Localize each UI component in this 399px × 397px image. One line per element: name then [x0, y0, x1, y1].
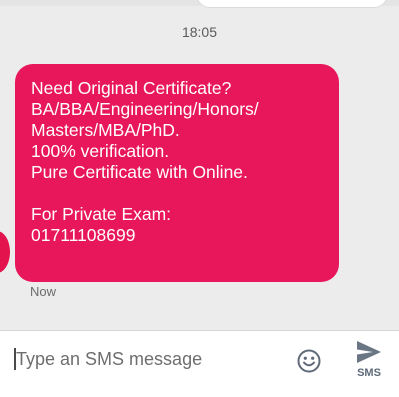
send-type-label: SMS — [357, 367, 381, 379]
emoji-button[interactable] — [295, 347, 323, 375]
message-line: Pure Certificate with Online. — [31, 162, 248, 182]
message-line: 100% verification. — [31, 141, 170, 161]
compose-bar: SMS — [0, 330, 399, 397]
send-arrow-icon — [357, 341, 381, 363]
phone-number-link[interactable]: 01711108699 — [31, 225, 325, 246]
contact-avatar[interactable] — [0, 231, 10, 273]
incoming-message-bubble[interactable]: Need Original Certificate? BA/BBA/Engine… — [15, 64, 339, 282]
message-timestamp: 18:05 — [181, 24, 218, 40]
message-line: Masters/MBA/PhD. — [31, 120, 180, 140]
sms-message-input[interactable] — [16, 346, 276, 372]
message-status-time: Now — [30, 284, 57, 299]
message-line: For Private Exam: — [31, 204, 172, 224]
smiley-face-icon — [297, 349, 321, 373]
message-line: BA/BBA/Engineering/Honors/ — [31, 99, 259, 119]
message-line: Need Original Certificate? — [31, 78, 232, 98]
send-button[interactable]: SMS — [344, 337, 394, 389]
previous-message-bubble — [196, 0, 388, 8]
